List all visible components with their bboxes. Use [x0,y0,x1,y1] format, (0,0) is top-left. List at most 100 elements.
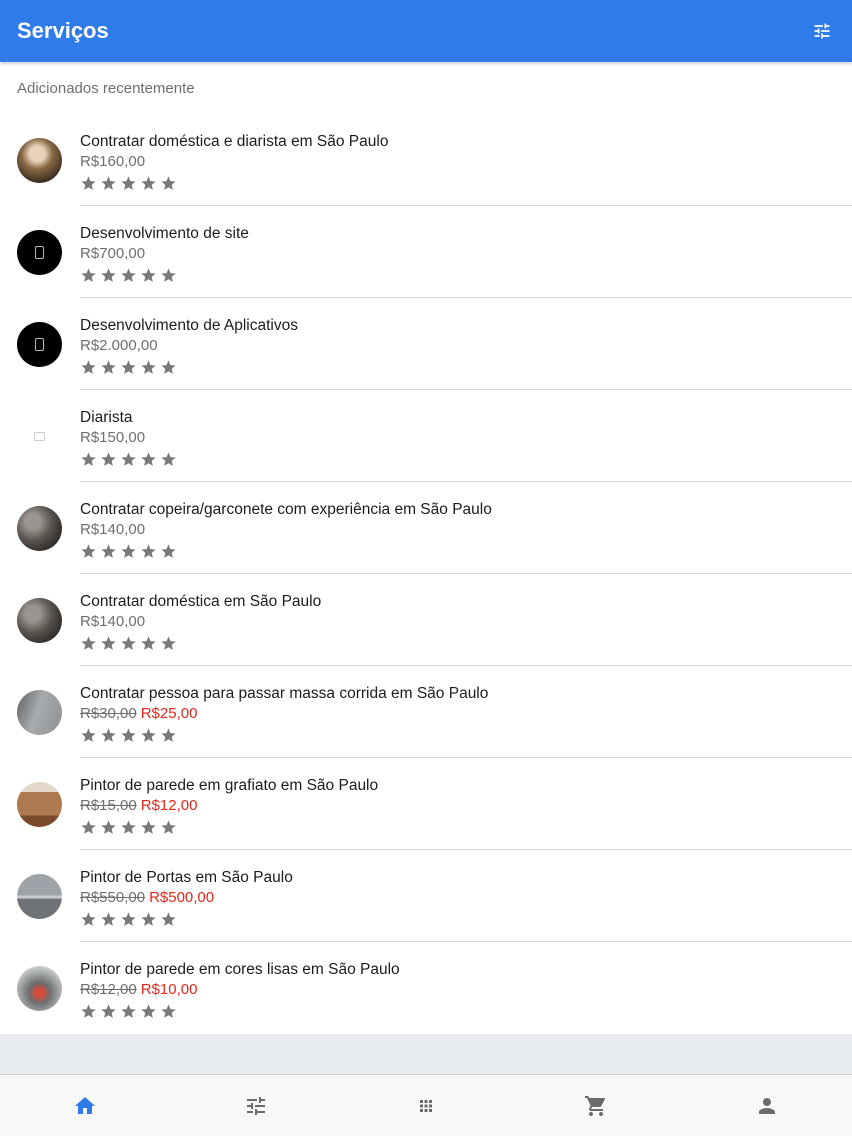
service-thumbnail [17,506,62,551]
services-list: Contratar doméstica e diarista em São Pa… [0,114,852,1034]
old-price: R$12,00 [80,981,137,998]
list-item[interactable]: Desenvolvimento de Aplicativos R$2.000,0… [0,298,852,390]
star-icon [161,360,176,374]
list-item[interactable]: Pintor de parede em grafiato em São Paul… [0,758,852,850]
service-thumbnail [17,966,62,1011]
rating-stars [80,359,177,376]
star-icon [81,452,96,466]
price: R$140,00 [80,613,146,630]
star-icon [141,544,156,558]
rating-stars [80,727,177,744]
list-item[interactable]: Pintor de Portas em São Paulo R$550,00 R$… [0,850,852,942]
star-icon [101,912,116,926]
star-icon [101,728,116,742]
filter-button[interactable] [804,13,840,49]
list-item[interactable]: Contratar copeira/garconete com experiên… [0,482,852,574]
sale-price: R$25,00 [140,705,198,722]
old-price: R$15,00 [80,797,137,814]
service-price: R$12,00 R$10,00 [80,981,197,998]
home-icon [75,1096,96,1114]
tune-icon [246,1096,265,1115]
star-icon [161,176,176,190]
logo-icon [35,338,44,351]
old-price: R$30,00 [80,705,137,722]
sale-price: R$500,00 [149,889,215,906]
service-price: R$2.000,00 [80,337,158,354]
nav-filters[interactable] [170,1075,340,1136]
service-price: R$140,00 [80,613,145,630]
star-icon [121,1004,136,1018]
rating-stars [80,819,177,836]
star-icon [161,1004,176,1018]
list-item[interactable]: Contratar pessoa para passar massa corri… [0,666,852,758]
tune-icon [814,23,830,39]
service-price: R$550,00 R$500,00 [80,889,214,906]
star-icon [121,636,136,650]
price: R$150,00 [80,429,146,446]
image-placeholder-icon [34,432,45,441]
bottom-nav [0,1074,852,1136]
item-body: Contratar copeira/garconete com experiên… [80,482,852,574]
item-body: Desenvolvimento de site R$700,00 [80,206,852,298]
sale-price: R$10,00 [140,981,198,998]
service-thumbnail [17,138,62,183]
service-price: R$140,00 [80,521,145,538]
star-icon [141,820,156,834]
star-icon [81,1004,96,1018]
service-title: Desenvolvimento de Aplicativos [80,317,298,334]
star-icon [81,268,96,282]
nav-cart[interactable] [511,1075,681,1136]
list-item[interactable]: Diarista R$150,00 [0,390,852,482]
star-icon [161,728,176,742]
item-body: Contratar doméstica e diarista em São Pa… [80,114,852,206]
star-icon [141,268,156,282]
page-title: Serviços [17,18,109,43]
star-icon [81,176,96,190]
item-body: Contratar doméstica em São Paulo R$140,0… [80,574,852,666]
star-icon [101,268,116,282]
star-icon [141,912,156,926]
item-body: Pintor de Portas em São Paulo R$550,00 R$… [80,850,852,942]
star-icon [121,176,136,190]
service-title: Contratar doméstica em São Paulo [80,593,322,610]
service-thumbnail [17,690,62,735]
list-item[interactable]: Desenvolvimento de site R$700,00 [0,206,852,298]
service-title: Diarista [80,409,133,426]
nav-categories[interactable] [341,1075,511,1136]
star-icon [81,544,96,558]
star-icon [121,912,136,926]
star-icon [101,820,116,834]
item-body: Contratar pessoa para passar massa corri… [80,666,852,758]
rating-stars [80,267,177,284]
star-icon [161,452,176,466]
rating-stars [80,635,177,652]
nav-profile[interactable] [682,1075,852,1136]
service-title: Pintor de Portas em São Paulo [80,869,293,886]
service-price: R$160,00 [80,153,145,170]
list-item[interactable]: Pintor de parede em cores lisas em São P… [0,942,852,1034]
service-price: R$150,00 [80,429,145,446]
service-title: Contratar pessoa para passar massa corri… [80,685,489,702]
list-item[interactable]: Contratar doméstica e diarista em São Pa… [0,114,852,206]
star-icon [81,820,96,834]
sale-price: R$12,00 [140,797,198,814]
star-icon [101,360,116,374]
rating-stars [80,175,177,192]
service-price: R$700,00 [80,245,145,262]
star-icon [141,176,156,190]
service-title: Pintor de parede em cores lisas em São P… [80,961,400,978]
item-body: Desenvolvimento de Aplicativos R$2.000,0… [80,298,852,390]
person-icon [758,1097,775,1114]
rating-stars [80,911,177,928]
service-title: Desenvolvimento de site [80,225,249,242]
star-icon [141,728,156,742]
star-icon [81,912,96,926]
star-icon [141,1004,156,1018]
star-icon [101,452,116,466]
star-icon [161,912,176,926]
nav-home[interactable] [0,1075,170,1136]
star-icon [141,360,156,374]
list-item[interactable]: Contratar doméstica em São Paulo R$140,0… [0,574,852,666]
star-icon [121,360,136,374]
apps-grid-icon [420,1099,433,1112]
